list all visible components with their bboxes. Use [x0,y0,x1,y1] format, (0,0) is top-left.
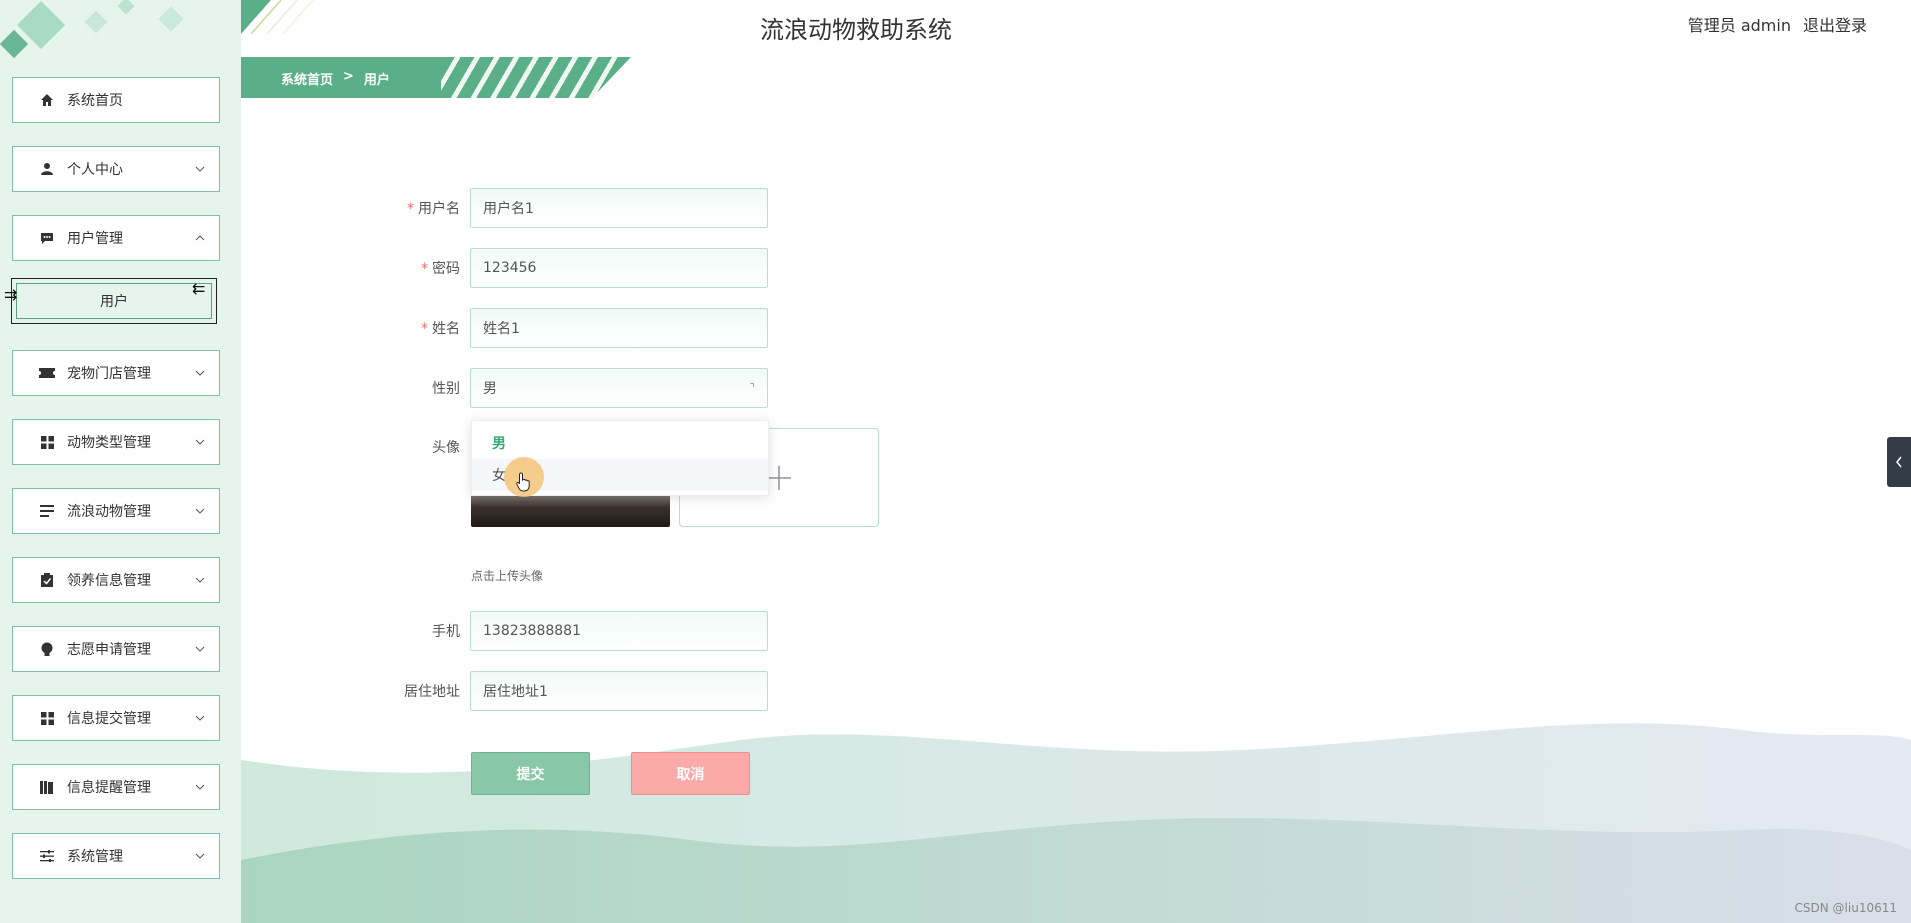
sidebar-item-animal-type[interactable]: 动物类型管理 [7,419,220,472]
sidebar-item-volunteer[interactable]: 志愿申请管理 [7,626,220,679]
name-label: 姓名 [432,321,460,337]
grid-icon [37,432,57,452]
sidebar-item-label: 流浪动物管理 [67,504,151,520]
user-area: 管理员 admin 退出登录 [1688,12,1867,36]
chevron-down-icon [193,504,207,518]
breadcrumb-current: 用户 [363,73,390,88]
breadcrumb: 系统首页 > 用户 [241,57,631,98]
avatar-row: 头像 [380,427,470,467]
sidebar-item-adoption[interactable]: 领养信息管理 [7,557,220,610]
username-input[interactable] [470,188,768,228]
sliders-icon [37,846,57,866]
address-label: 居住地址 [404,684,460,700]
admin-user-label: 管理员 admin [1687,16,1791,35]
clipboard-icon [37,570,57,590]
phone-label: 手机 [432,624,460,640]
avatar-label: 头像 [432,440,460,456]
sidebar-item-info-submit[interactable]: 信息提交管理 [7,695,220,748]
book-icon [37,777,57,797]
sidebar-item-label: 用户管理 [67,231,123,247]
sidebar: 系统首页 个人中心 用户管理 用户 ⇉ ⇇ 宠物门店管理 动物类型管理 流浪动物… [0,0,241,923]
side-panel-toggle[interactable] [1887,437,1911,487]
sidebar-item-personal-center[interactable]: 个人中心 [7,146,220,199]
password-row: * 密码 [380,248,768,288]
gender-label: 性别 [432,381,460,397]
address-row: 居住地址 [380,671,768,711]
person-icon [37,159,57,179]
sidebar-item-label: 系统管理 [67,849,123,865]
sidebar-item-info-reminder[interactable]: 信息提醒管理 [7,764,220,817]
sidebar-item-home[interactable]: 系统首页 [7,77,220,130]
bulb-icon [37,639,57,659]
sidebar-item-label: 信息提交管理 [67,711,151,727]
breadcrumb-separator: > [343,69,354,84]
cancel-button[interactable]: 取消 [631,752,750,795]
sidebar-subitem-user[interactable]: 用户 [11,278,217,324]
password-input[interactable] [470,248,768,288]
required-mark: * [421,321,428,337]
sidebar-item-label: 信息提醒管理 [67,780,151,796]
sidebar-item-label: 领养信息管理 [67,573,151,589]
username-label: 用户名 [418,201,460,217]
arrow-left-icon: ⇇ [192,279,206,298]
arrow-right-icon: ⇉ [4,285,18,304]
chevron-down-icon [193,849,207,863]
list-icon [37,501,57,521]
name-row: * 姓名 [380,308,768,348]
name-input[interactable] [470,308,768,348]
watermark: CSDN @liu10611 [1794,901,1897,915]
wave-background [241,723,1911,923]
phone-input[interactable] [470,611,768,651]
sidebar-item-stray-animal[interactable]: 流浪动物管理 [7,488,220,541]
required-mark: * [421,261,428,277]
chevron-down-icon [193,573,207,587]
gender-selected-value: 男 [483,381,497,397]
chevron-down-icon [193,366,207,380]
chevron-down-icon [193,162,207,176]
breadcrumb-stripes [441,57,631,98]
sidebar-subitem-label: 用户 [100,294,128,310]
home-icon [37,90,57,110]
gender-option-male[interactable]: 男 [472,427,768,459]
app-title: 流浪动物救助系统 [760,16,952,44]
chevron-down-icon [193,711,207,725]
sidebar-item-pet-store[interactable]: 宠物门店管理 [7,350,220,403]
chat-icon [37,228,57,248]
decorative-square [84,10,108,34]
username-row: * 用户名 [380,188,768,228]
decorative-square [0,29,29,59]
decorative-square [158,6,184,32]
chevron-left-icon [1896,456,1902,468]
sidebar-item-label: 宠物门店管理 [67,366,151,382]
chevron-down-icon [193,642,207,656]
sidebar-item-label: 个人中心 [67,162,123,178]
grid-icon [37,708,57,728]
sidebar-item-label: 系统首页 [67,93,123,109]
plus-icon [767,465,791,490]
password-label: 密码 [432,261,460,277]
sidebar-item-label: 动物类型管理 [67,435,151,451]
sidebar-item-label: 志愿申请管理 [67,642,151,658]
address-input[interactable] [470,671,768,711]
phone-row: 手机 [380,611,768,651]
sidebar-item-system[interactable]: 系统管理 [7,833,220,886]
chevron-up-icon [193,231,207,245]
breadcrumb-home[interactable]: 系统首页 [281,69,333,88]
header-decoration [241,0,314,34]
caret-icon: ⌝ [749,381,755,395]
submit-button[interactable]: 提交 [471,752,590,795]
gender-row: 性别 男 ⌝ [380,368,768,408]
required-mark: * [407,201,414,217]
hand-pointer-icon [516,472,532,498]
sidebar-item-user-management[interactable]: 用户管理 [7,215,220,268]
gender-select[interactable]: 男 ⌝ [470,368,768,408]
upload-tip: 点击上传头像 [471,569,544,583]
chevron-down-icon [193,435,207,449]
chevron-down-icon [193,780,207,794]
logout-link[interactable]: 退出登录 [1803,12,1867,36]
ticket-icon [37,363,57,383]
decorative-square [117,0,135,15]
